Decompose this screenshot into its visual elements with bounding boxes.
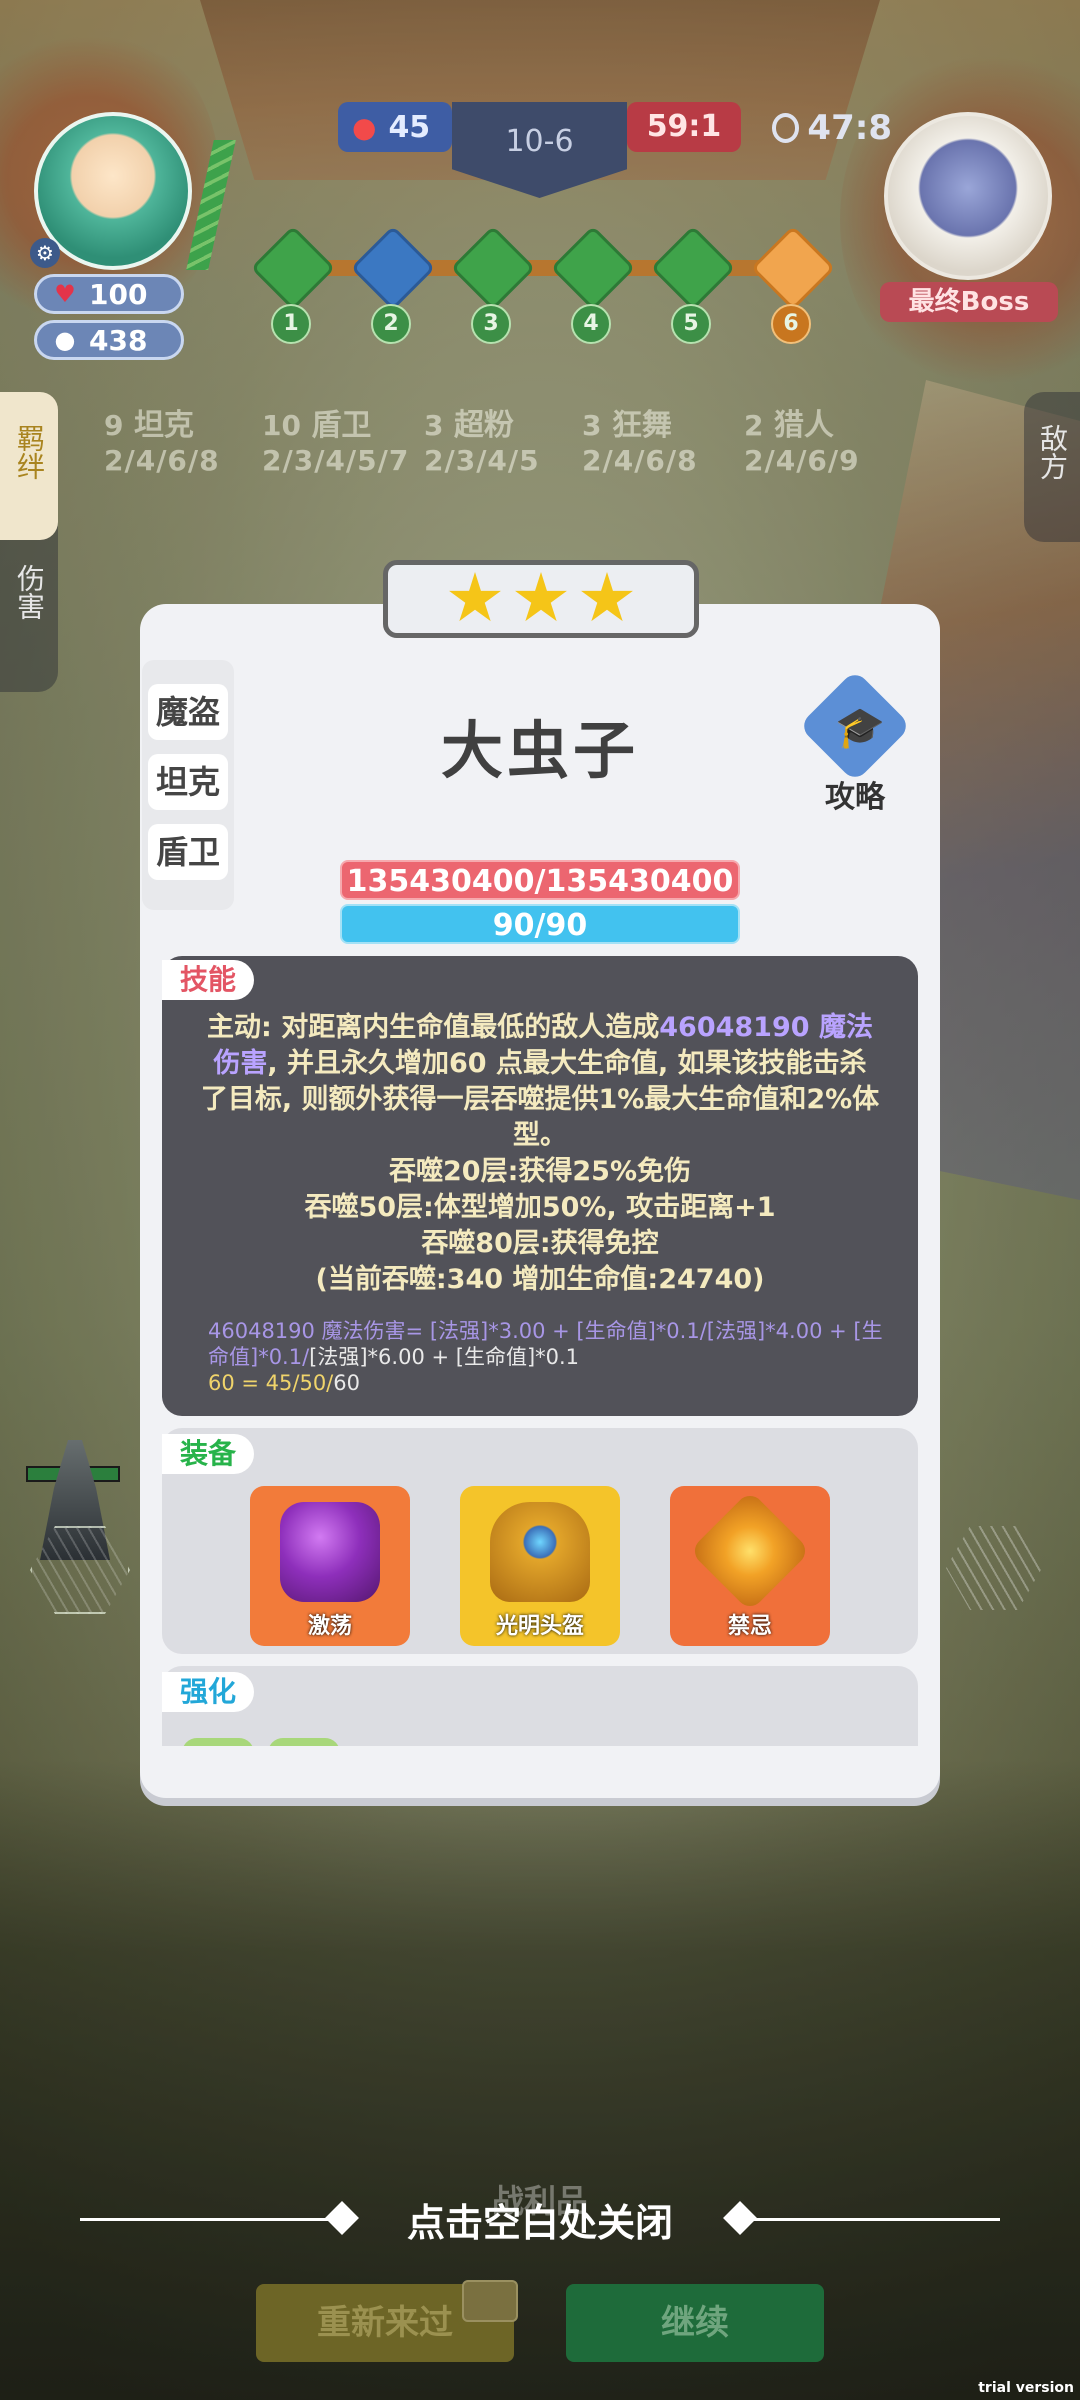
trait-count: 10 [262,409,301,442]
equipment-name: 禁忌 [727,1614,772,1639]
trait-count: 3 [582,409,602,442]
skill-description: 主动: 对距离内生命值最低的敌人造成46048190 魔法伤害, 并且永久增加6… [200,1010,880,1298]
heart-icon: ♥ [54,280,76,308]
stage-number: 6 [771,304,811,344]
tab-damage[interactable]: 伤害 [0,564,58,684]
boss-avatar[interactable] [884,112,1052,280]
guide-label: 攻略 [825,780,885,815]
hp-bar: 135430400/135430400 [340,860,740,900]
tab-damage-label: 伤害 [13,564,46,620]
trial-watermark: trial version [978,2380,1074,2396]
trait-name: 狂舞 [611,408,672,443]
timer: 47:8 [772,106,892,150]
formula-line: 60 = 45/50/ [208,1371,334,1395]
player-score-value: 45 [388,109,431,145]
trait-item: 9 坦克 2/4/6/8 [104,400,220,477]
skill-tier: 吞噬20层:获得25%免伤 [389,1156,691,1187]
equipment-section-label: 装备 [162,1434,255,1474]
formula-line: [法强]*6.00 + [生命值]*0.1 [309,1345,580,1369]
skill-text-part: , 并且永久增加60 点最大生命值, 如果该技能击杀了目标, 则额外获得一层吞噬… [200,1048,880,1151]
trait-steps: 2/3/4/5/7 [262,444,410,477]
star-icon [581,572,633,622]
skill-formula: 46048190 魔法伤害= [法强]*3.00 + [生命值]*0.1/[法强… [208,1318,888,1396]
enhance-panel [162,1666,918,1746]
trait-item: 3 狂舞 2/4/6/8 [582,400,698,477]
trait-count: 2 [744,409,764,442]
enhance-section-label: 强化 [162,1672,255,1712]
skill-text-part: 主动: 对距离内生命值最低的敌人造成 [207,1012,660,1043]
enhance-slot[interactable] [268,1738,340,1746]
equipment-name: 光明头盔 [495,1614,584,1639]
trait-count: 9 [104,409,124,442]
guide-button[interactable]: 攻略 [798,669,912,816]
stage-number: 3 [471,304,511,344]
trait-steps: 2/3/4/5 [424,444,540,477]
skill-current-stacks: (当前吞噬:340 增加生命值:24740) [315,1264,765,1295]
hero-tags: 魔盗 坦克 盾卫 [142,660,234,910]
stage-number: 4 [571,304,611,344]
enhance-slot[interactable] [182,1738,254,1746]
amber-crystal-icon [689,1490,811,1612]
trait-name: 坦克 [133,408,194,443]
trait-count: 3 [424,409,444,442]
tab-bonds[interactable]: 羁绊 [0,392,58,540]
star-rating [383,560,699,638]
star-icon [515,572,567,622]
trait-steps: 2/4/6/8 [104,444,220,477]
hero-name: 大虫子 [440,714,639,787]
video-icon [462,2280,518,2322]
skill-section-label: 技能 [162,960,255,1000]
tab-enemy[interactable]: 敌方 [1024,392,1080,542]
coin-icon: ● [54,326,76,354]
hero-tag[interactable]: 坦克 [148,754,228,810]
formula-line: 60 [333,1371,360,1395]
trait-name: 盾卫 [311,408,372,443]
gear-icon[interactable]: ⚙ [30,238,60,268]
mana-bar: 90/90 [340,904,740,944]
trait-name: 超粉 [453,408,514,443]
timer-value: 47:8 [807,108,892,148]
trait-item: 10 盾卫 2/3/4/5/7 [262,400,409,477]
purple-gem-icon [280,1502,380,1602]
enemy-score: 59:1 [627,102,741,152]
coins-counter: ● 438 [34,320,184,360]
close-hint[interactable]: 点击空白处关闭 [0,2192,1080,2247]
star-icon [449,572,501,622]
side-tab-group: 羁绊 伤害 [0,392,58,692]
flame-icon: ● [352,110,377,144]
hero-tag[interactable]: 魔盗 [148,684,228,740]
equipment-item[interactable]: 禁忌 [670,1486,830,1646]
golden-helmet-icon [490,1502,590,1602]
hearts-counter: ♥ 100 [34,274,184,314]
equipment-item[interactable]: 激荡 [250,1486,410,1646]
equipment-name: 激荡 [307,1614,352,1639]
equipment-item[interactable]: 光明头盔 [460,1486,620,1646]
clock-icon [772,113,800,143]
coins-value: 438 [89,323,148,357]
stage-number: 1 [271,304,311,344]
continue-button[interactable]: 继续 [566,2284,824,2362]
stage-number: 2 [371,304,411,344]
trait-item: 2 猎人 2/4/6/9 [744,400,860,477]
hearts-value: 100 [89,277,148,311]
tab-enemy-label: 敌方 [1036,424,1069,480]
skill-tier: 吞噬50层:体型增加50%, 攻击距离+1 [304,1192,776,1223]
trait-name: 猎人 [773,408,834,443]
graduation-cap-icon [798,669,912,783]
tab-bonds-label: 羁绊 [13,424,46,480]
skill-tier: 吞噬80层:获得免控 [421,1228,659,1259]
skill-main: 主动: 对距离内生命值最低的敌人造成46048190 魔法伤害, 并且永久增加6… [200,1010,880,1154]
trait-item: 3 超粉 2/3/4/5 [424,400,540,477]
boss-label: 最终Boss [880,282,1058,322]
player-score: ● 45 [338,102,452,152]
trait-steps: 2/4/6/9 [744,444,860,477]
hero-tag[interactable]: 盾卫 [148,824,228,880]
stage-number: 5 [671,304,711,344]
trait-steps: 2/4/6/8 [582,444,698,477]
